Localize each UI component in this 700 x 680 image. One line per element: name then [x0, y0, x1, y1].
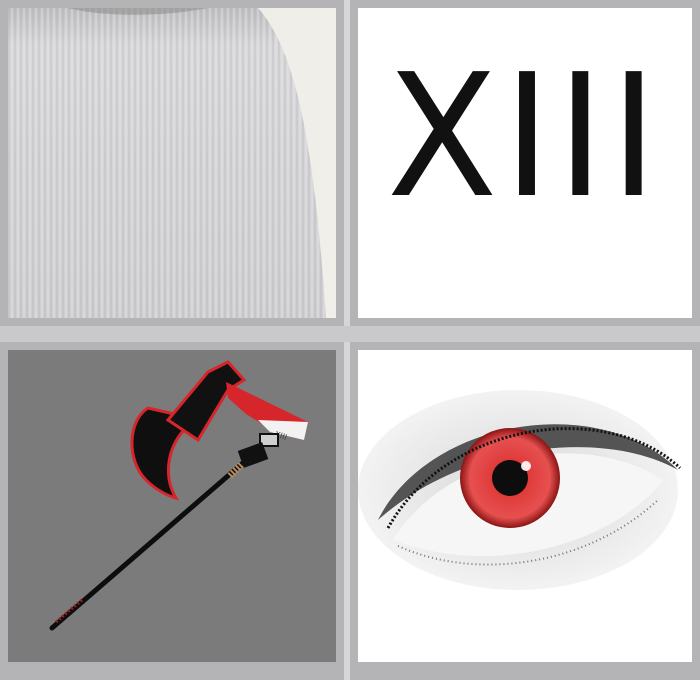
roman-numeral-tile: XIII [358, 8, 692, 318]
roman-numeral-text: XIII [386, 38, 664, 236]
hair-image-tile [8, 8, 336, 318]
red-eye-image [358, 350, 692, 662]
scythe-image: XIII [49, 360, 308, 631]
red-eye-image-tile [358, 350, 692, 662]
frame-divider-horizontal [0, 326, 700, 342]
scythe-image-tile: XIII [8, 350, 336, 662]
hair-image [8, 8, 336, 318]
